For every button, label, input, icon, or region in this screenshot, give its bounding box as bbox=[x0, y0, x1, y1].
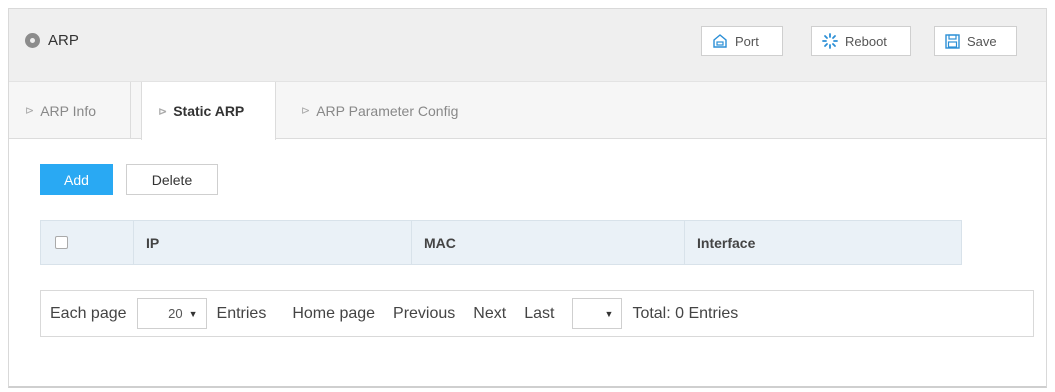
home-page-link[interactable]: Home page bbox=[292, 305, 375, 323]
column-header-interface: Interface bbox=[684, 221, 961, 264]
port-button-label: Port bbox=[735, 33, 759, 49]
total-entries: Total: 0 Entries bbox=[632, 304, 739, 322]
port-button[interactable]: Port bbox=[701, 26, 783, 56]
tab-arp-info[interactable]: ⊳ ARP Info bbox=[9, 82, 131, 139]
table-header: IP MAC Interface bbox=[40, 220, 962, 265]
delete-button[interactable]: Delete bbox=[126, 164, 218, 195]
each-page-label: Each page bbox=[50, 304, 127, 322]
page-size-select[interactable]: 20 ▼ bbox=[136, 298, 207, 329]
select-all-checkbox[interactable] bbox=[55, 236, 68, 249]
tab-label: Static ARP bbox=[173, 103, 245, 119]
tab-arp-parameter-config[interactable]: ⊳ ARP Parameter Config bbox=[285, 82, 525, 139]
save-button-label: Save bbox=[967, 33, 997, 49]
circle-icon bbox=[25, 32, 40, 48]
tab-label: ARP Info bbox=[40, 102, 96, 119]
save-button[interactable]: Save bbox=[934, 26, 1017, 56]
previous-link[interactable]: Previous bbox=[393, 305, 455, 323]
chevron-right-icon: ⊳ bbox=[158, 105, 168, 118]
column-header-ip: IP bbox=[133, 221, 411, 264]
tab-static-arp[interactable]: ⊳ Static ARP bbox=[141, 82, 276, 140]
next-link[interactable]: Next bbox=[473, 305, 506, 323]
reboot-icon bbox=[822, 33, 838, 49]
page-size-value: 20 bbox=[168, 306, 183, 321]
tab-label: ARP Parameter Config bbox=[316, 102, 459, 119]
arp-panel: ARP Port Reboot Save ⊳ ARP Info ⊳ Static… bbox=[8, 8, 1047, 388]
reboot-button[interactable]: Reboot bbox=[811, 26, 911, 56]
panel-header: ARP Port Reboot Save bbox=[9, 9, 1046, 81]
page-number-select[interactable]: ▼ bbox=[572, 298, 623, 329]
chevron-right-icon: ⊳ bbox=[301, 105, 311, 117]
reboot-button-label: Reboot bbox=[845, 33, 887, 49]
save-icon bbox=[945, 33, 960, 49]
title-wrap: ARP bbox=[25, 25, 79, 55]
column-header-mac: MAC bbox=[411, 221, 684, 264]
add-button[interactable]: Add bbox=[40, 164, 113, 195]
tab-bar: ⊳ ARP Info ⊳ Static ARP ⊳ ARP Parameter … bbox=[9, 81, 1046, 140]
select-all-cell bbox=[41, 221, 133, 264]
chevron-right-icon: ⊳ bbox=[25, 105, 35, 117]
last-link[interactable]: Last bbox=[524, 305, 554, 323]
port-icon bbox=[713, 34, 727, 48]
pagination: Each page 20 ▼ Entries Home page Previou… bbox=[40, 290, 1034, 337]
caret-down-icon: ▼ bbox=[188, 308, 198, 319]
caret-down-icon: ▼ bbox=[604, 308, 614, 319]
page-title: ARP bbox=[48, 31, 79, 49]
entries-label: Entries bbox=[216, 304, 267, 322]
